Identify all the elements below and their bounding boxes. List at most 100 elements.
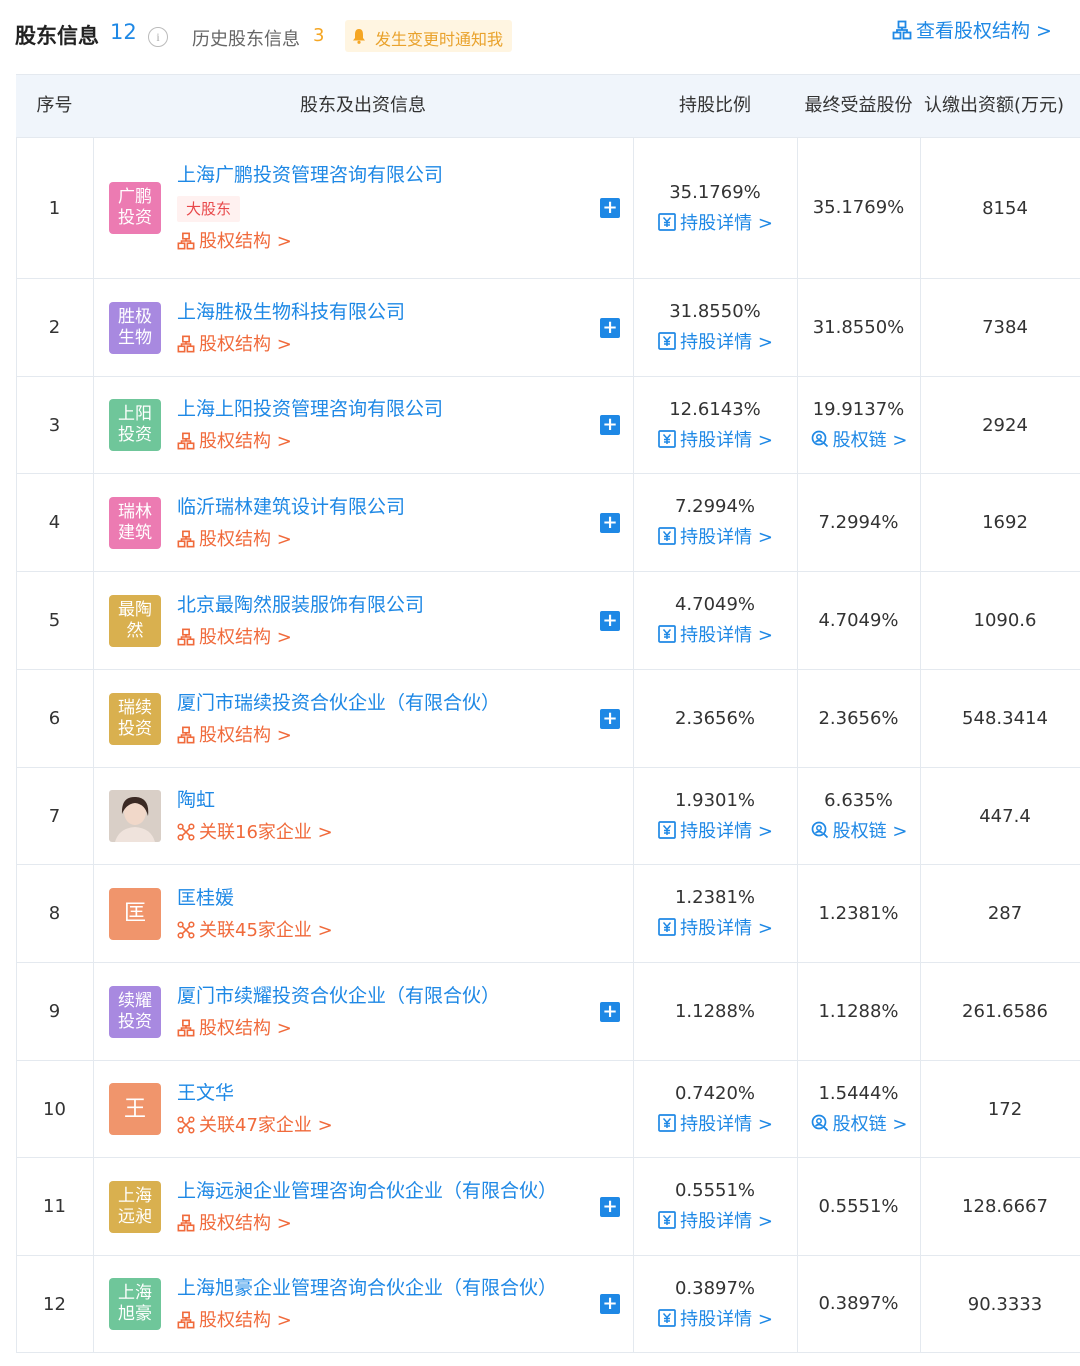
- expand-button[interactable]: +: [600, 1001, 620, 1022]
- beneficial-share: 0.3897%: [818, 1293, 899, 1314]
- info-icon[interactable]: i: [148, 27, 168, 47]
- equity-chain-icon: [811, 430, 828, 447]
- company-logo: 最陶 然: [109, 594, 161, 647]
- holding-detail-label: 持股详情 >: [680, 527, 773, 548]
- equity-structure-link[interactable]: 股权结构 >: [177, 1017, 573, 1041]
- beneficial-share: 6.635%: [824, 789, 893, 811]
- shareholder-name[interactable]: 上海广鹏投资管理咨询有限公司: [177, 162, 573, 188]
- shareholder-name[interactable]: 厦门市续耀投资合伙企业（有限合伙）: [177, 983, 573, 1009]
- table-row: 5 最陶 然北京最陶然服装服饰有限公司 股权结构 > +4.7049% 持股详情 >4.…: [16, 572, 1080, 670]
- holding-detail-link[interactable]: 持股详情 >: [657, 820, 773, 844]
- equity-structure-link[interactable]: 股权结构 >: [177, 333, 573, 357]
- equity-chain-link[interactable]: 股权链 >: [810, 429, 907, 453]
- equity-structure-link[interactable]: 股权结构 >: [177, 1309, 573, 1333]
- company-logo-text: 瑞林 建筑: [118, 501, 152, 543]
- related-companies-link[interactable]: 关联47家企业 >: [177, 1114, 573, 1138]
- equity-chain-link[interactable]: 股权链 >: [810, 820, 907, 844]
- structure-icon: [177, 530, 195, 547]
- equity-structure-link[interactable]: 股权结构 >: [177, 1212, 573, 1236]
- shareholder-name[interactable]: 上海远昶企业管理咨询合伙企业（有限合伙）: [177, 1178, 573, 1204]
- shareholder-cell: 瑞林 建筑 临沂瑞林建筑设计有限公司 股权结构 > +: [93, 474, 633, 571]
- company-logo: 匡: [109, 887, 161, 940]
- shareholder-name[interactable]: 厦门市瑞续投资合伙企业（有限合伙）: [177, 690, 573, 716]
- shareholder-name[interactable]: 陶虹: [177, 787, 573, 813]
- sub-link-label: 关联16家企业 >: [199, 822, 333, 843]
- holding-detail-label: 持股详情 >: [680, 212, 773, 234]
- shareholder-name[interactable]: 匡桂媛: [177, 885, 573, 911]
- expand-button[interactable]: +: [600, 512, 620, 533]
- expand-button[interactable]: +: [600, 1196, 620, 1217]
- shareholder-name[interactable]: 上海旭豪企业管理咨询合伙企业（有限合伙）: [177, 1275, 573, 1301]
- association-icon: [177, 920, 195, 939]
- holding-ratio: 35.1769%: [669, 181, 761, 203]
- equity-structure-link[interactable]: 股权结构 >: [177, 230, 573, 254]
- equity-structure-link[interactable]: 股权结构 >: [177, 626, 573, 650]
- holding-detail-icon: [658, 527, 676, 545]
- holding-detail-link[interactable]: 持股详情 >: [657, 526, 773, 550]
- shareholder-cell: 上海 远昶 上海远昶企业管理咨询合伙企业（有限合伙） 股权结构 > +: [93, 1158, 633, 1255]
- row-index: 10: [43, 1098, 66, 1120]
- holding-detail-link[interactable]: 持股详情 >: [657, 1113, 773, 1137]
- holding-ratio: 12.6143%: [669, 398, 761, 420]
- expand-button[interactable]: +: [600, 708, 620, 729]
- ratio-cell: 31.8550% 持股详情 >: [633, 279, 797, 376]
- equity-chain-icon: [811, 821, 828, 838]
- equity-structure-link[interactable]: 股权结构 >: [177, 724, 573, 748]
- shareholder-cell: 胜极 生物 上海胜极生物科技有限公司 股权结构 > +: [93, 279, 633, 376]
- holding-detail-link[interactable]: 持股详情 >: [657, 624, 773, 648]
- view-structure-link[interactable]: 查看股权结构 >: [892, 16, 1052, 43]
- company-logo-text: 瑞续 投资: [118, 697, 152, 739]
- shareholder-name[interactable]: 上海上阳投资管理咨询有限公司: [177, 396, 573, 422]
- holding-detail-link[interactable]: 持股详情 >: [657, 1308, 773, 1332]
- row-index: 5: [48, 610, 61, 631]
- table-row: 8 匡 匡桂媛 关联45家企业 > 1.2381% 持股详情 > 1.2381% 287: [16, 865, 1080, 963]
- expand-button[interactable]: +: [600, 1294, 620, 1314]
- ratio-cell: 1.1288%: [633, 963, 797, 1060]
- row-index: 9: [48, 1001, 61, 1022]
- company-logo-text: 王: [123, 1096, 146, 1122]
- equity-structure-link[interactable]: 股权结构 >: [177, 528, 573, 552]
- history-tab[interactable]: 历史股东信息: [192, 25, 300, 51]
- related-companies-link[interactable]: 关联16家企业 >: [177, 821, 573, 845]
- holding-detail-icon: [658, 212, 676, 231]
- ratio-cell: 1.9301% 持股详情 >: [633, 768, 797, 864]
- history-count[interactable]: 3: [313, 25, 324, 46]
- row-index: 3: [48, 414, 61, 436]
- benefit-cell: 0.3897%: [797, 1256, 920, 1352]
- expand-button[interactable]: +: [600, 610, 620, 631]
- sub-link-label: 股权结构 >: [199, 231, 292, 252]
- company-logo: 上阳 投资: [109, 399, 161, 451]
- expand-button[interactable]: +: [600, 415, 620, 435]
- company-logo: 胜极 生物: [109, 301, 161, 354]
- company-logo-text: 广鹏 投资: [118, 187, 152, 228]
- shareholder-name[interactable]: 上海胜极生物科技有限公司: [177, 299, 573, 325]
- equity-chain-link[interactable]: 股权链 >: [810, 1113, 907, 1137]
- shareholder-name[interactable]: 临沂瑞林建筑设计有限公司: [177, 494, 573, 520]
- holding-detail-link[interactable]: 持股详情 >: [657, 331, 773, 355]
- ratio-cell: 1.2381% 持股详情 >: [633, 865, 797, 962]
- holding-ratio: 2.3656%: [674, 707, 756, 729]
- shareholder-name[interactable]: 王文华: [177, 1080, 573, 1106]
- capital-cell: 7384: [982, 317, 1028, 338]
- capital-cell: 90.3333: [967, 1293, 1043, 1315]
- company-logo: 上海 远昶: [109, 1180, 161, 1233]
- table-row: 9 续耀 投资 厦门市续耀投资合伙企业（有限合伙） 股权结构 > +1.1288% 1.1…: [16, 963, 1080, 1061]
- holding-detail-link[interactable]: 持股详情 >: [657, 212, 773, 236]
- company-logo-text: 胜极 生物: [118, 306, 152, 348]
- beneficial-share: 19.9137%: [812, 398, 905, 420]
- holding-detail-label: 持股详情 >: [680, 332, 773, 353]
- table-row: 1 广鹏 投资 上海广鹏投资管理咨询有限公司 大股东 股权结构 > +35.1769% 持股…: [16, 138, 1080, 279]
- capital-cell: 2924: [982, 414, 1028, 436]
- notify-button[interactable]: 发生变更时通知我: [345, 20, 512, 52]
- shareholder-name[interactable]: 北京最陶然服装服饰有限公司: [177, 592, 573, 618]
- table-row: 4 瑞林 建筑 临沂瑞林建筑设计有限公司 股权结构 > +7.2994% 持股详情 >7.…: [16, 474, 1080, 572]
- holding-detail-link[interactable]: 持股详情 >: [657, 1210, 773, 1234]
- holding-detail-link[interactable]: 持股详情 >: [657, 429, 773, 453]
- expand-button[interactable]: +: [600, 198, 620, 218]
- holding-detail-link[interactable]: 持股详情 >: [657, 917, 773, 941]
- structure-icon: [177, 335, 195, 352]
- related-companies-link[interactable]: 关联45家企业 >: [177, 919, 573, 943]
- expand-button[interactable]: +: [600, 317, 620, 338]
- capital-cell: 8154: [982, 197, 1028, 219]
- equity-structure-link[interactable]: 股权结构 >: [177, 430, 573, 454]
